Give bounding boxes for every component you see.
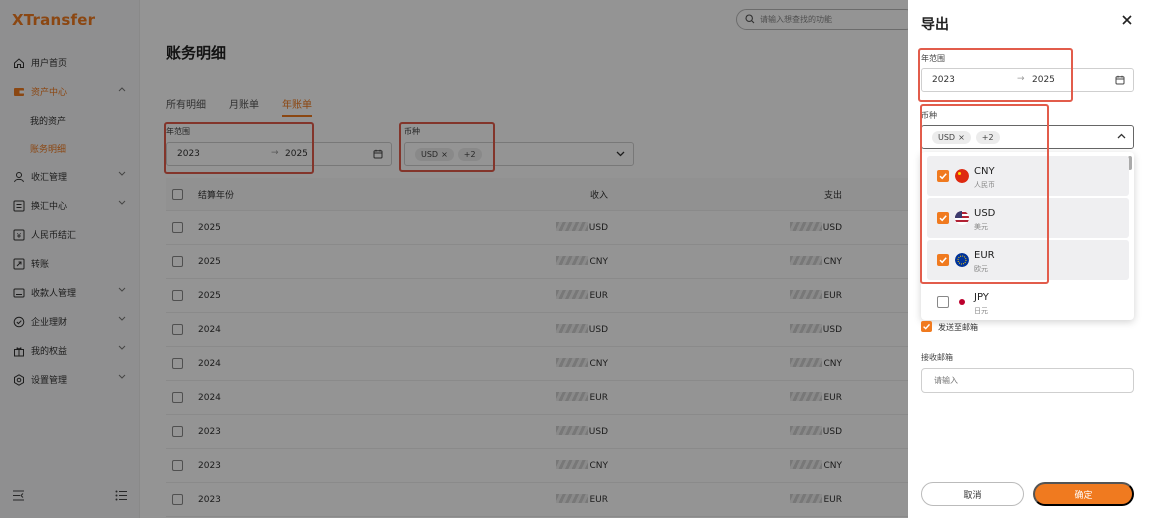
cancel-button[interactable]: 取消 xyxy=(921,482,1024,506)
send-email-checkbox[interactable] xyxy=(921,321,932,332)
highlight-export-year-range xyxy=(918,48,1073,102)
option-checkbox[interactable] xyxy=(937,296,949,308)
japan-flag-icon xyxy=(955,295,969,309)
send-email-label: 发送至邮箱 xyxy=(938,323,978,332)
export-title: 导出 xyxy=(921,17,949,33)
app-root: XTransfer 用户首页 资产中心 我的资产 账务明细 收汇管理 换汇中心 … xyxy=(0,0,1152,518)
modal-backdrop[interactable] xyxy=(0,0,908,518)
close-icon[interactable] xyxy=(1122,15,1132,28)
option-name: 日元 xyxy=(974,307,988,315)
export-panel: 导出 年范围 2023 → 2025 币种 USD × +2 CNY 人民币 U… xyxy=(908,0,1152,518)
chevron-up-icon xyxy=(1117,132,1126,142)
email-input[interactable] xyxy=(921,368,1134,393)
highlight-export-currency xyxy=(920,104,1049,284)
currency-option-jpy[interactable]: JPY 日元 xyxy=(927,282,1129,320)
email-label: 接收邮箱 xyxy=(921,353,953,362)
option-code: JPY xyxy=(974,292,989,303)
confirm-button[interactable]: 确定 xyxy=(1033,482,1134,506)
calendar-icon xyxy=(1115,75,1125,88)
